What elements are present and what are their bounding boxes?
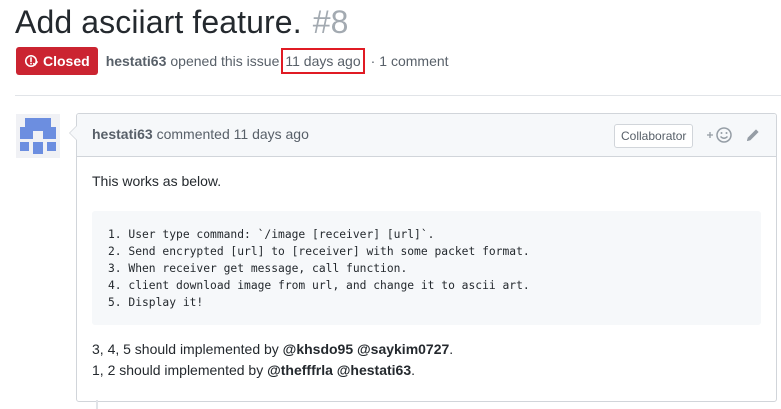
- state-label: Closed: [43, 53, 90, 69]
- collaborator-badge: Collaborator: [614, 124, 694, 148]
- period: .: [449, 341, 454, 357]
- opened-time-link[interactable]: 11 days ago: [281, 48, 365, 74]
- pencil-icon[interactable]: [745, 127, 761, 143]
- code-line: 3. When receiver get message, call funct…: [108, 262, 408, 275]
- assignment-prefix: 1, 2 should implemented by: [92, 362, 264, 378]
- comment-intro: This works as below.: [92, 173, 222, 189]
- meta-separator: ·: [370, 53, 376, 69]
- avatar[interactable]: [16, 114, 60, 158]
- opened-text: opened this issue: [170, 53, 280, 69]
- issue-meta: Closed hestati63 opened this issue 11 da…: [16, 47, 449, 75]
- code-line: 5. Display it!: [108, 296, 204, 309]
- code-line: 4. client download image from url, and c…: [108, 279, 530, 292]
- assignment-text: 3, 4, 5 should implemented by @khsdo95 @…: [92, 339, 761, 381]
- comment-author-link[interactable]: hestati63: [92, 126, 153, 142]
- mention-link[interactable]: @saykim0727: [357, 341, 449, 357]
- issue-title: Add asciiart feature. #8: [15, 2, 349, 42]
- mention-link[interactable]: @thefffrla: [267, 362, 333, 378]
- identicon-image: [16, 114, 60, 158]
- code-block: 1. User type command: `/image [receiver]…: [92, 211, 761, 325]
- assignment-line: 1, 2 should implemented by @thefffrla @h…: [92, 360, 761, 381]
- issue-number: #8: [312, 4, 349, 40]
- period: .: [411, 362, 416, 378]
- add-reaction-icon[interactable]: [705, 126, 735, 144]
- comment-box: hestati63 commented 11 days ago Collabor…: [69, 113, 777, 402]
- timeline-line: [96, 400, 98, 409]
- comment-action: commented: [156, 126, 230, 142]
- state-badge: Closed: [16, 47, 98, 75]
- comments-count: 1 comment: [379, 53, 449, 69]
- header-divider: [15, 95, 781, 96]
- mention-link[interactable]: @khsdo95: [283, 341, 353, 357]
- assignment-prefix: 3, 4, 5 should implemented by: [92, 341, 279, 357]
- comment-header: hestati63 commented 11 days ago Collabor…: [77, 114, 776, 157]
- issue-page: Add asciiart feature. #8 Closed hestati6…: [0, 0, 781, 409]
- code-line: 2. Send encrypted [url] to [receiver] wi…: [108, 245, 530, 258]
- comment-body: This works as below. 1. User type comman…: [77, 157, 776, 381]
- issue-author-link[interactable]: hestati63: [106, 53, 167, 69]
- issue-title-text: Add asciiart feature.: [15, 4, 302, 40]
- comment-meta: hestati63 commented 11 days ago: [92, 126, 309, 142]
- comment-time-link[interactable]: 11 days ago: [234, 126, 309, 142]
- mention-link[interactable]: @hestati63: [337, 362, 411, 378]
- code-line: 1. User type command: `/image [receiver]…: [108, 228, 435, 241]
- assignment-line: 3, 4, 5 should implemented by @khsdo95 @…: [92, 339, 761, 360]
- issue-closed-icon: [24, 54, 38, 68]
